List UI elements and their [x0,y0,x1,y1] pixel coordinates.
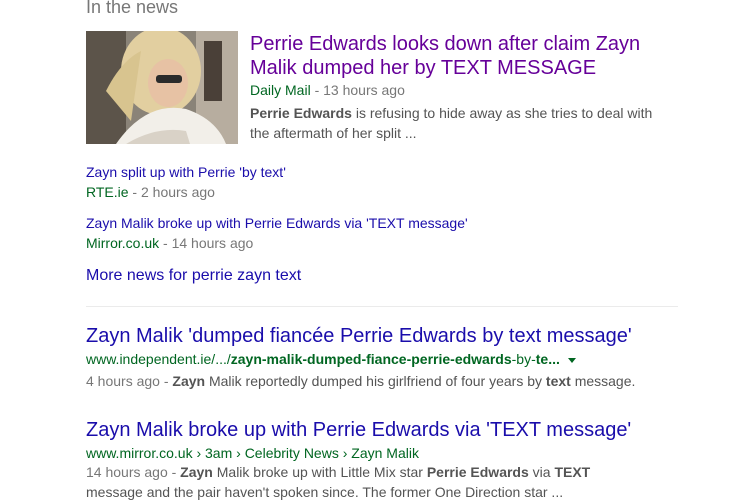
result-url: www.independent.ie/.../zayn-malik-dumped… [86,350,576,368]
result-time: 4 hours ago - [86,373,173,389]
news-lead-source: Daily Mail [250,82,311,98]
news-item-title-link[interactable]: Zayn Malik broke up with Perrie Edwards … [86,214,468,232]
result-time: 14 hours ago - [86,464,181,480]
result-url-prefix: www.independent.ie/.../ [86,351,231,367]
result-url-bold: zayn-malik-dumped-fiance- [230,351,412,367]
snippet-text: via [528,464,555,480]
snippet-text: Malik broke up with Little Mix star [212,464,427,480]
news-section-heading: In the news [86,0,179,17]
snippet-bold-term: Zayn [180,464,213,480]
section-divider [86,306,678,307]
result-title-link[interactable]: Zayn Malik 'dumped fiancée Perrie Edward… [86,324,632,348]
news-lead-snippet: Perrie Edwards is refusing to hide away … [250,103,670,143]
snippet-bold-term: Perrie Edwards [426,464,529,480]
news-lead-title-link[interactable]: Perrie Edwards looks down after claim Za… [250,32,680,80]
snippet-bold-term: TEXT [554,464,591,480]
result-url-bold: perrie-edwards [411,351,512,367]
result-title-link[interactable]: Zayn Malik broke up with Perrie Edwards … [86,418,631,442]
snippet-bold-term: text [545,373,571,389]
result-snippet: 14 hours ago - Zayn Malik broke up with … [86,462,590,482]
news-thumbnail-image[interactable] [86,31,238,144]
more-news-link[interactable]: More news for perrie zayn text [86,267,301,285]
news-item-source: Mirror.co.uk [86,235,160,251]
result-snippet: 4 hours ago - Zayn Malik reportedly dump… [86,371,635,391]
snippet-text: Malik reportedly dumped his girlfriend o… [205,373,546,389]
snippet-bold-term: Zayn [172,373,206,389]
news-item-time: - 14 hours ago [159,235,254,251]
news-item-time: - 2 hours ago [128,184,215,200]
news-item-title-link[interactable]: Zayn split up with Perrie 'by text' [86,163,286,181]
dropdown-caret-icon[interactable] [567,357,576,363]
result-breadcrumb: www.mirror.co.uk › 3am › Celebrity News … [86,445,419,461]
result-snippet-line: message and the pair haven't spoken sinc… [86,484,564,500]
news-item-meta: Mirror.co.uk - 14 hours ago [86,234,253,252]
result-url-bold: te... [535,351,560,367]
snippet-text: message. [570,373,636,389]
result-url-mid: -by- [511,351,536,367]
news-item-source: RTE.ie [86,184,129,200]
thumbnail-photo [86,31,238,144]
news-lead-meta: Daily Mail - 13 hours ago [250,81,405,99]
snippet-bold-term: Perrie Edwards [250,105,352,121]
news-lead-time: - 13 hours ago [310,82,405,98]
news-item-meta: RTE.ie - 2 hours ago [86,183,215,201]
